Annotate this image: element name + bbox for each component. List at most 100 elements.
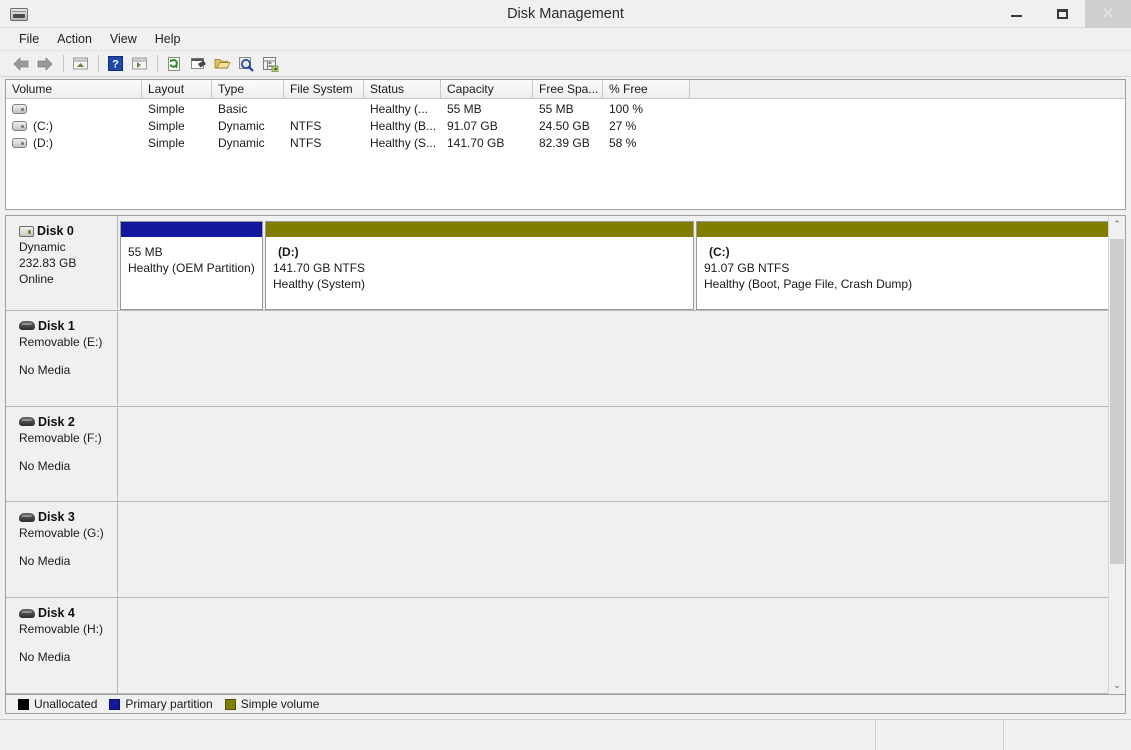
- disk-partitions-0: 55 MB Healthy (OEM Partition) (D:) 141.7…: [118, 216, 1108, 310]
- status-panel-2: [876, 720, 1004, 750]
- table-row[interactable]: (C:) Simple Dynamic NTFS Healthy (B... 9…: [6, 117, 1125, 134]
- cell-status: Healthy (S...: [364, 136, 441, 150]
- column-header-free-space[interactable]: Free Spa...: [533, 80, 603, 98]
- disk-info-2[interactable]: Disk 2 Removable (F:) No Media: [6, 407, 118, 502]
- disk-row-1[interactable]: Disk 1 Removable (E:) No Media: [6, 311, 1108, 407]
- search-button[interactable]: [235, 53, 257, 75]
- partition-health: Healthy (OEM Partition): [128, 260, 262, 276]
- menu-item-help[interactable]: Help: [146, 30, 190, 48]
- disk-type: Dynamic: [19, 240, 117, 254]
- cell-volume: (C:): [33, 119, 53, 133]
- console-tree-icon: [131, 56, 148, 71]
- cell-free-space: 55 MB: [533, 102, 603, 116]
- help-button[interactable]: ?: [104, 53, 126, 75]
- cell-capacity: 91.07 GB: [441, 119, 533, 133]
- rescan-disks-button[interactable]: [163, 53, 185, 75]
- open-button[interactable]: [211, 53, 233, 75]
- volume-icon: [12, 138, 27, 148]
- disk-row-3[interactable]: Disk 3 Removable (G:) No Media: [6, 502, 1108, 598]
- back-button[interactable]: [10, 53, 32, 75]
- legend-item-primary-partition: Primary partition: [109, 697, 212, 711]
- show-hide-console-tree-button[interactable]: [128, 53, 150, 75]
- column-header-status[interactable]: Status: [364, 80, 441, 98]
- disk-type: Removable (F:): [19, 431, 117, 445]
- volume-list-body: Simple Basic Healthy (... 55 MB 55 MB 10…: [6, 99, 1125, 209]
- disk-info-3[interactable]: Disk 3 Removable (G:) No Media: [6, 502, 118, 597]
- cell-status: Healthy (B...: [364, 119, 441, 133]
- maximize-button[interactable]: [1039, 0, 1085, 28]
- disk-partitions-3: [118, 502, 1108, 597]
- table-row[interactable]: (D:) Simple Dynamic NTFS Healthy (S... 1…: [6, 134, 1125, 151]
- back-icon: [12, 57, 30, 71]
- help-icon: ?: [108, 56, 123, 71]
- scrollbar-thumb[interactable]: [1110, 239, 1124, 564]
- partition-title: (C:): [704, 244, 1108, 260]
- disk-name: Disk 4: [38, 606, 75, 620]
- disk-row-2[interactable]: Disk 2 Removable (F:) No Media: [6, 407, 1108, 503]
- partition-size: 91.07 GB NTFS: [704, 260, 1108, 276]
- legend-item-unallocated: Unallocated: [18, 697, 97, 711]
- legend-label-primary-partition: Primary partition: [125, 697, 212, 711]
- disk-status: No Media: [19, 554, 117, 568]
- partition-health: Healthy (Boot, Page File, Crash Dump): [704, 276, 1108, 292]
- disk-status: No Media: [19, 459, 117, 473]
- status-panel-3: [1004, 720, 1131, 750]
- column-header-capacity[interactable]: Capacity: [441, 80, 533, 98]
- disk-row-4[interactable]: Disk 4 Removable (H:) No Media: [6, 598, 1108, 694]
- disk-graphical-pane: Disk 0 Dynamic 232.83 GB Online 55 MB: [5, 215, 1126, 695]
- folder-open-icon: [214, 56, 231, 71]
- disk-partitions-2: [118, 407, 1108, 502]
- export-list-button[interactable]: [259, 53, 281, 75]
- cell-capacity: 141.70 GB: [441, 136, 533, 150]
- disk-row-0[interactable]: Disk 0 Dynamic 232.83 GB Online 55 MB: [6, 216, 1108, 311]
- column-header-layout[interactable]: Layout: [142, 80, 212, 98]
- scroll-up-icon[interactable]: ⌃: [1109, 216, 1125, 233]
- partition-bar: [266, 222, 693, 237]
- up-one-level-button[interactable]: [69, 53, 91, 75]
- menu-item-action[interactable]: Action: [48, 30, 101, 48]
- column-header-type[interactable]: Type: [212, 80, 284, 98]
- close-button[interactable]: ×: [1085, 0, 1131, 28]
- column-header-volume[interactable]: Volume: [6, 80, 142, 98]
- column-header-pct-free[interactable]: % Free: [603, 80, 690, 98]
- up-one-level-icon: [72, 56, 89, 71]
- vertical-scrollbar[interactable]: ⌃ ⌄: [1108, 216, 1125, 694]
- scrollbar-track[interactable]: [1109, 233, 1125, 677]
- disk-partitions-4: [118, 598, 1108, 693]
- toolbar-separator-2: [98, 55, 99, 72]
- partition-c[interactable]: (C:) 91.07 GB NTFS Healthy (Boot, Page F…: [696, 221, 1108, 310]
- disk-name: Disk 3: [38, 510, 75, 524]
- legend-label-simple-volume: Simple volume: [241, 697, 320, 711]
- menu-bar: File Action View Help: [0, 28, 1131, 51]
- minimize-button[interactable]: [993, 0, 1039, 28]
- status-panel-1: [0, 720, 876, 750]
- partition-oem[interactable]: 55 MB Healthy (OEM Partition): [120, 221, 263, 310]
- partition-size: 141.70 GB NTFS: [273, 260, 693, 276]
- volume-icon: [12, 104, 27, 114]
- legend-label-unallocated: Unallocated: [34, 697, 97, 711]
- table-row[interactable]: Simple Basic Healthy (... 55 MB 55 MB 10…: [6, 100, 1125, 117]
- forward-button[interactable]: [34, 53, 56, 75]
- cell-type: Dynamic: [212, 136, 284, 150]
- disk-info-4[interactable]: Disk 4 Removable (H:) No Media: [6, 598, 118, 693]
- partition-size: 55 MB: [128, 244, 262, 260]
- disk-info-1[interactable]: Disk 1 Removable (E:) No Media: [6, 311, 118, 406]
- menu-item-view[interactable]: View: [101, 30, 146, 48]
- disk-info-0[interactable]: Disk 0 Dynamic 232.83 GB Online: [6, 216, 118, 310]
- cell-pct-free: 27 %: [603, 119, 690, 133]
- menu-item-file[interactable]: File: [10, 30, 48, 48]
- partition-d[interactable]: (D:) 141.70 GB NTFS Healthy (System): [265, 221, 694, 310]
- removable-disk-icon: [19, 513, 35, 522]
- cell-pct-free: 58 %: [603, 136, 690, 150]
- disk-status: No Media: [19, 650, 117, 664]
- scroll-down-icon[interactable]: ⌄: [1109, 677, 1125, 694]
- toolbar-separator-3: [157, 55, 158, 72]
- disk-status: Online: [19, 272, 117, 286]
- properties-button[interactable]: [187, 53, 209, 75]
- cell-layout: Simple: [142, 119, 212, 133]
- cell-type: Basic: [212, 102, 284, 116]
- volume-list-pane: Volume Layout Type File System Status Ca…: [5, 79, 1126, 210]
- column-header-file-system[interactable]: File System: [284, 80, 364, 98]
- cell-free-space: 24.50 GB: [533, 119, 603, 133]
- cell-layout: Simple: [142, 102, 212, 116]
